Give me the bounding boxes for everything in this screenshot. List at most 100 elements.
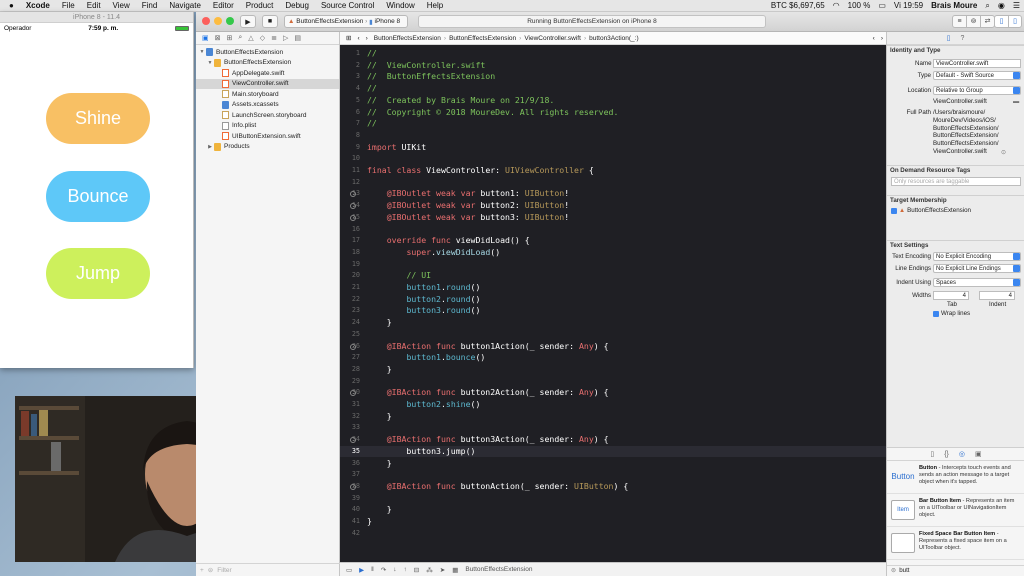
outlet-connection-icon[interactable] [350,214,356,221]
next-issue-icon[interactable]: › [878,35,886,42]
code-line[interactable]: 38 @IBAction func buttonAction(_ sender:… [340,481,886,493]
tree-item[interactable]: UIButtonExtension.swift [196,131,339,142]
code-line[interactable]: 28 } [340,364,886,376]
code-line[interactable]: 4 // [340,83,886,95]
menu-edit[interactable]: Edit [81,1,107,10]
outlet-connection-icon[interactable] [350,483,356,490]
battery-icon[interactable]: ▭ [874,1,890,10]
code-line[interactable]: 25 [340,329,886,341]
reveal-arrow-icon[interactable]: ⊙ [1001,149,1006,156]
run-button[interactable]: ▶ [240,15,256,28]
tree-item[interactable]: AppDelegate.swift [196,68,339,79]
code-line[interactable]: 13 @IBOutlet weak var button1: UIButton! [340,188,886,200]
source-editor[interactable]: 1 // 2 // ViewController.swift 3 // ButtonEff… [340,45,886,562]
code-line[interactable]: 22 button2.round() [340,294,886,306]
version-editor-button[interactable]: ⇄ [980,15,995,28]
code-line[interactable]: 40 } [340,504,886,516]
memory-graph-icon[interactable]: ⁂ [426,566,433,574]
location-icon[interactable]: ➤ [440,566,445,574]
tree-item[interactable]: ▶ Products [196,142,339,153]
issue-tab-icon[interactable]: △ [248,34,253,42]
related-items-icon[interactable]: ⊞ [343,34,354,42]
code-line[interactable]: 35 button3.jump() [340,445,886,458]
apple-menu-icon[interactable]: ● [0,1,20,10]
code-line[interactable]: 20 // UI [340,270,886,282]
code-line[interactable]: 34 @IBAction func button3Action(_ sender… [340,434,886,446]
menu-help[interactable]: Help [421,1,449,10]
prev-issue-icon[interactable]: ‹ [870,35,878,42]
menu-window[interactable]: Window [380,1,420,10]
close-window-button[interactable] [202,17,210,25]
code-line[interactable]: 7 // [340,118,886,130]
code-line[interactable]: 14 @IBOutlet weak var button2: UIButton! [340,200,886,212]
toggle-inspector-button[interactable]: ▯ [1008,15,1022,28]
code-line[interactable]: 16 [340,224,886,236]
stop-button[interactable]: ■ [262,15,278,28]
find-tab-icon[interactable]: ⌕ [238,34,242,42]
code-line[interactable]: 15 @IBOutlet weak var button3: UIButton! [340,212,886,224]
menu-navigate[interactable]: Navigate [163,1,207,10]
assistant-editor-button[interactable]: ⊚ [966,15,981,28]
code-line[interactable]: 31 button2.shine() [340,399,886,411]
tree-item[interactable]: Assets.xcassets [196,100,339,111]
text-encoding-popup[interactable]: No Explicit Encoding [933,252,1021,261]
debug-tab-icon[interactable]: ≣ [271,34,277,42]
code-line[interactable]: 37 [340,469,886,481]
code-line[interactable]: 26 @IBAction func button1Action(_ sender… [340,341,886,353]
back-arrow-icon[interactable]: ‹ [354,35,362,42]
notifications-icon[interactable]: ☰ [1009,1,1024,10]
file-inspector-icon[interactable]: ▯ [947,34,951,42]
name-field[interactable]: ViewController.swift [933,59,1021,68]
code-line[interactable]: 30 @IBAction func button2Action(_ sender… [340,387,886,399]
search-icon[interactable]: ⌕ [981,1,993,11]
jump-button[interactable]: Jump [46,248,150,299]
pause-icon[interactable]: ‖ [371,566,374,573]
standard-editor-button[interactable]: ≡ [952,15,967,28]
scheme-selector[interactable]: ▲ ButtonEffectsExtension › ▮ iPhone 8 [284,15,408,28]
jumpbar-file[interactable]: ViewController.swift [521,35,584,42]
tree-item[interactable]: ViewController.swift [196,78,339,89]
menu-find[interactable]: Find [136,1,164,10]
symbol-tab-icon[interactable]: ⊞ [227,34,233,42]
media-library-icon[interactable]: ▣ [975,450,982,458]
folder-tab-icon[interactable]: ▣ [202,34,209,42]
tree-item[interactable]: Main.storyboard [196,89,339,100]
btc-ticker[interactable]: BTC $6,697,65 [767,1,829,10]
code-line[interactable]: 27 button1.bounce() [340,352,886,364]
battery-percent[interactable]: 100 % [844,1,875,10]
library-item-fixed-space[interactable]: Fixed Space Bar Button Item - Represents… [887,527,1024,560]
code-line[interactable]: 39 [340,493,886,505]
view-hierarchy-icon[interactable]: ⊟ [414,566,419,574]
checkbox-checked-icon[interactable] [891,207,897,214]
report-tab-icon[interactable]: ▤ [294,34,301,42]
code-line[interactable]: 19 [340,259,886,271]
library-search-input[interactable]: butt [899,566,909,576]
toggle-navigator-button[interactable]: ▯ [994,15,1009,28]
code-line[interactable]: 41} [340,516,886,528]
tree-item[interactable]: Info.plist [196,121,339,132]
breakpoints-toggle-icon[interactable]: ▶ [359,566,364,574]
library-item-bar-button-item[interactable]: Item Bar Button Item - Represents an ite… [887,494,1024,527]
add-icon[interactable]: + [200,567,204,574]
menu-editor[interactable]: Editor [207,1,240,10]
tree-item[interactable]: LaunchScreen.storyboard [196,110,339,121]
code-line[interactable]: 32 } [340,411,886,423]
code-line[interactable]: 24 } [340,317,886,329]
indent-using-popup[interactable]: Spaces [933,278,1021,287]
location-popup[interactable]: Relative to Group [933,86,1021,95]
disclosure-closed-icon[interactable]: ▶ [206,144,214,150]
shine-button[interactable]: Shine [46,93,150,144]
code-line[interactable]: 8 [340,130,886,142]
jumpbar-group[interactable]: ButtonEffectsExtension [446,35,519,42]
checkbox-checked-icon[interactable] [933,310,939,317]
type-popup[interactable]: Default - Swift Source [933,71,1021,80]
disclosure-open-icon[interactable]: ▼ [198,49,206,55]
code-line[interactable]: 10 [340,153,886,165]
step-over-icon[interactable]: ↷ [381,566,386,574]
app-menu[interactable]: Xcode [20,1,56,10]
code-line[interactable]: 2 // ViewController.swift [340,60,886,72]
code-line[interactable]: 17 override func viewDidLoad() { [340,235,886,247]
indent-width-field[interactable]: 4 [979,291,1015,300]
menu-file[interactable]: File [56,1,81,10]
code-snippet-icon[interactable]: {} [944,451,949,458]
